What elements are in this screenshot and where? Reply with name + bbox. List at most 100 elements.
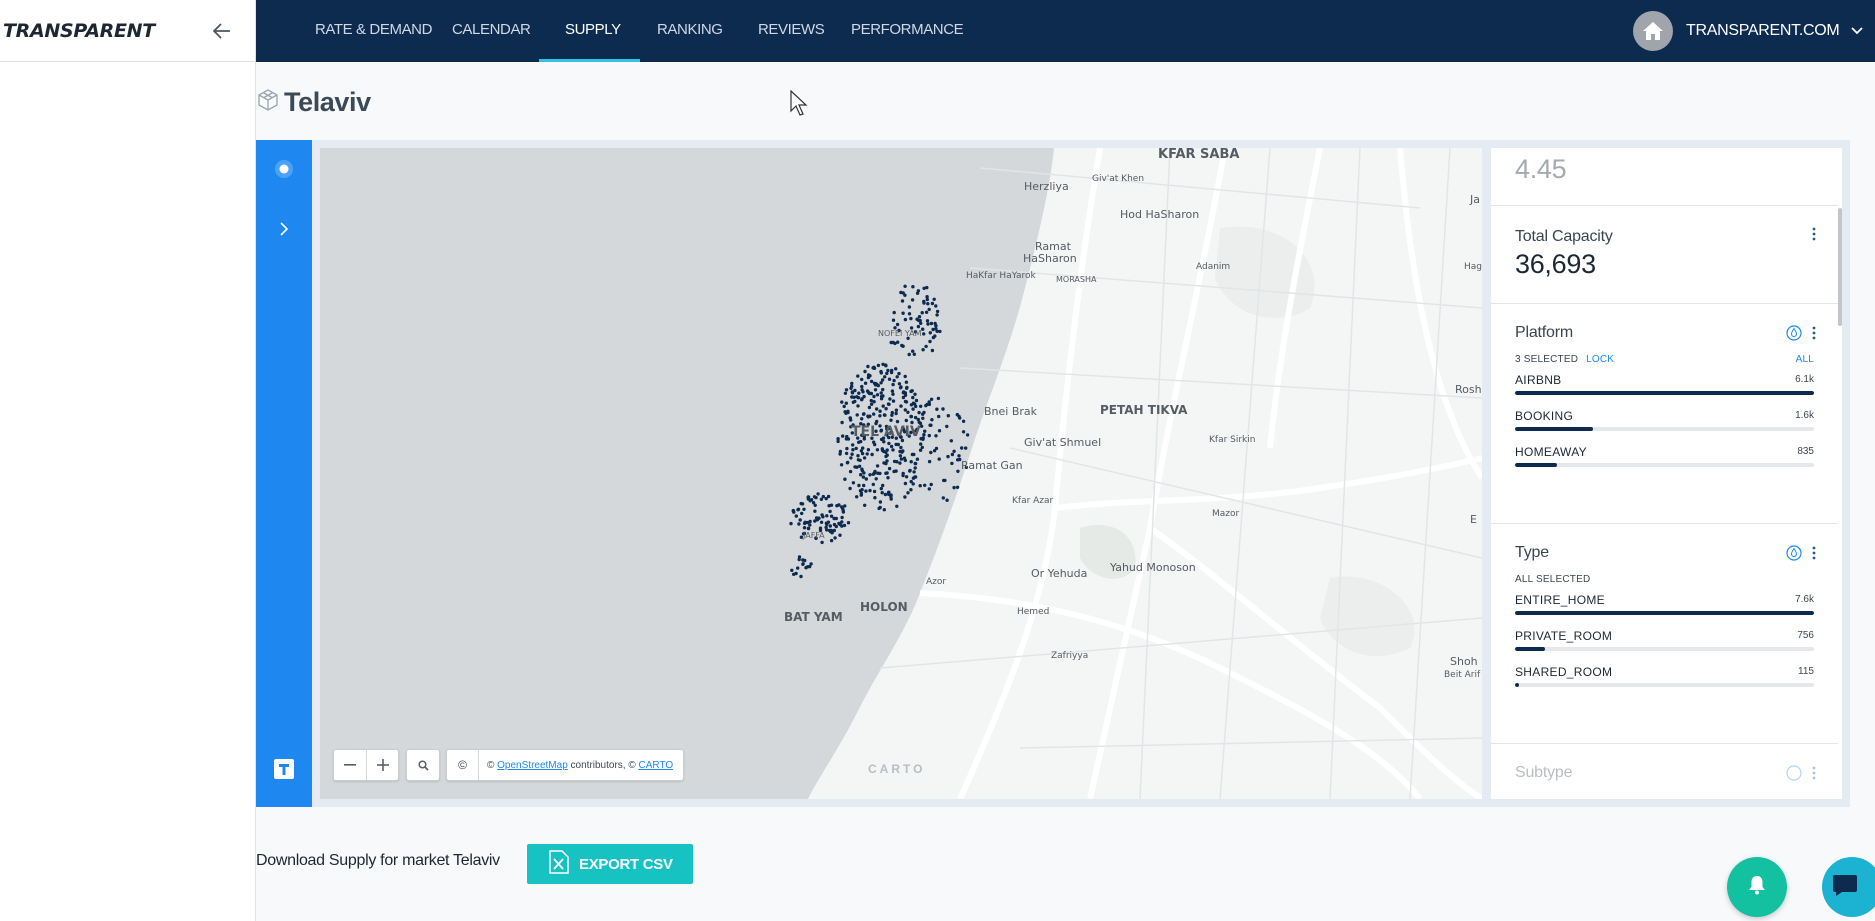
listing-dot [866,448,871,452]
listing-dot [856,454,860,458]
listing-dot [889,340,893,345]
attribution-toggle[interactable]: © [447,750,479,780]
listing-dot [928,339,932,344]
listing-dot [864,477,868,481]
listing-dot [860,377,864,382]
listing-dot [828,509,832,514]
expand-chevron-icon[interactable] [272,217,296,241]
category-row[interactable]: HOMEAWAY 835 [1515,445,1814,481]
listing-dot [898,454,903,458]
notifications-button[interactable] [1727,857,1787,917]
tab-ranking[interactable]: RANKING [657,0,723,62]
logo[interactable]: TRANSPARENT [3,20,155,42]
label-azor: Azor [926,577,946,587]
widgets-scrollbar[interactable] [1838,208,1842,326]
listing-dot [862,456,867,460]
layer-dot-icon[interactable] [272,157,296,181]
category-row[interactable]: PRIVATE_ROOM 756 [1515,629,1814,665]
listing-dot [875,448,880,452]
transparent-t-icon[interactable] [272,757,296,781]
lock-button[interactable]: LOCK [1586,354,1614,365]
listing-dot [885,471,889,475]
back-arrow-icon[interactable] [209,18,235,44]
listing-dot [935,309,940,314]
listing-dot [861,475,866,479]
listing-dot [903,374,907,379]
category-bar-track [1515,391,1814,395]
map-panel: KFAR SABA Herzliya Giv'at Khen Hod HaSha… [256,140,1850,807]
category-row[interactable]: AIRBNB 6.1k [1515,373,1814,409]
listing-dot [855,413,859,417]
carto-link[interactable]: CARTO [639,760,674,771]
select-all-button[interactable]: ALL [1796,354,1814,365]
listing-dot [859,473,863,477]
label-nofei-yam: NOFEI YAM [878,329,922,338]
listing-dot [849,418,853,422]
listing-dot [898,461,902,465]
listing-dot [797,555,802,559]
zoom-out-button[interactable] [334,750,366,780]
zoom-in-button[interactable] [366,750,398,780]
chat-button[interactable] [1822,857,1875,917]
color-drop-icon[interactable] [1786,765,1802,781]
more-vert-icon[interactable] [1810,545,1818,561]
attribution-contributors: contributors, © [570,759,636,771]
listing-dot [884,407,888,411]
color-drop-icon[interactable] [1786,545,1802,561]
listing-dot [869,379,874,384]
listing-dot [879,369,883,374]
map-cube-icon [256,88,280,117]
more-vert-icon[interactable] [1810,226,1818,242]
category-name: HOMEAWAY [1515,445,1587,459]
tab-reviews[interactable]: REVIEWS [758,0,825,62]
map-canvas[interactable]: KFAR SABA Herzliya Giv'at Khen Hod HaSha… [320,148,1482,799]
listing-dot [890,389,895,393]
more-vert-icon[interactable] [1810,325,1818,341]
listing-dot [881,483,885,488]
listing-dot [873,496,877,500]
listing-dot [965,433,970,437]
label-bnei-brak: Bnei Brak [984,405,1038,418]
listing-dot [880,378,885,382]
tab-supply[interactable]: SUPPLY [565,0,621,62]
label-bat-yam: BAT YAM [784,610,843,624]
color-drop-icon[interactable] [1786,325,1802,341]
listing-dot [868,473,872,477]
listing-dot [808,564,812,569]
listing-dot [911,285,915,289]
listing-dot [912,470,916,474]
listing-dot [837,521,841,526]
tab-rate-demand[interactable]: RATE & DEMAND [315,0,432,62]
listing-dot [942,478,946,483]
category-row[interactable]: SHARED_ROOM 115 [1515,665,1814,701]
account-menu[interactable]: TRANSPARENT.COM [1633,11,1864,51]
listing-dot [803,520,807,524]
listing-dot [902,390,906,394]
osm-link[interactable]: OpenStreetMap [497,760,568,771]
export-csv-button[interactable]: EXPORT CSV [527,844,693,884]
listing-dot [871,472,875,476]
listing-dot [927,433,931,438]
listing-dot [907,305,912,309]
tab-performance[interactable]: PERFORMANCE [851,0,964,62]
listing-dot [854,446,858,451]
widgets-panel[interactable]: 4.45 Total Capacity 36,693 Platform 3 SE [1491,148,1842,799]
listing-dot [829,503,834,507]
listing-dot [851,448,855,452]
listing-dot [935,407,939,411]
listing-dot [904,400,909,404]
search-icon[interactable] [407,750,439,780]
listing-dot [886,476,890,480]
category-value: 756 [1797,630,1814,641]
category-row[interactable]: BOOKING 1.6k [1515,409,1814,445]
listing-dot [924,310,929,314]
listing-dot [903,293,907,297]
listing-dot [923,429,927,433]
listing-dot [918,484,922,488]
tab-calendar[interactable]: CALENDAR [452,0,531,62]
listing-dot [882,449,886,454]
category-row[interactable]: ENTIRE_HOME 7.6k [1515,593,1814,629]
listing-dot [813,503,817,507]
more-vert-icon[interactable] [1810,765,1818,781]
listing-dot [790,568,794,572]
